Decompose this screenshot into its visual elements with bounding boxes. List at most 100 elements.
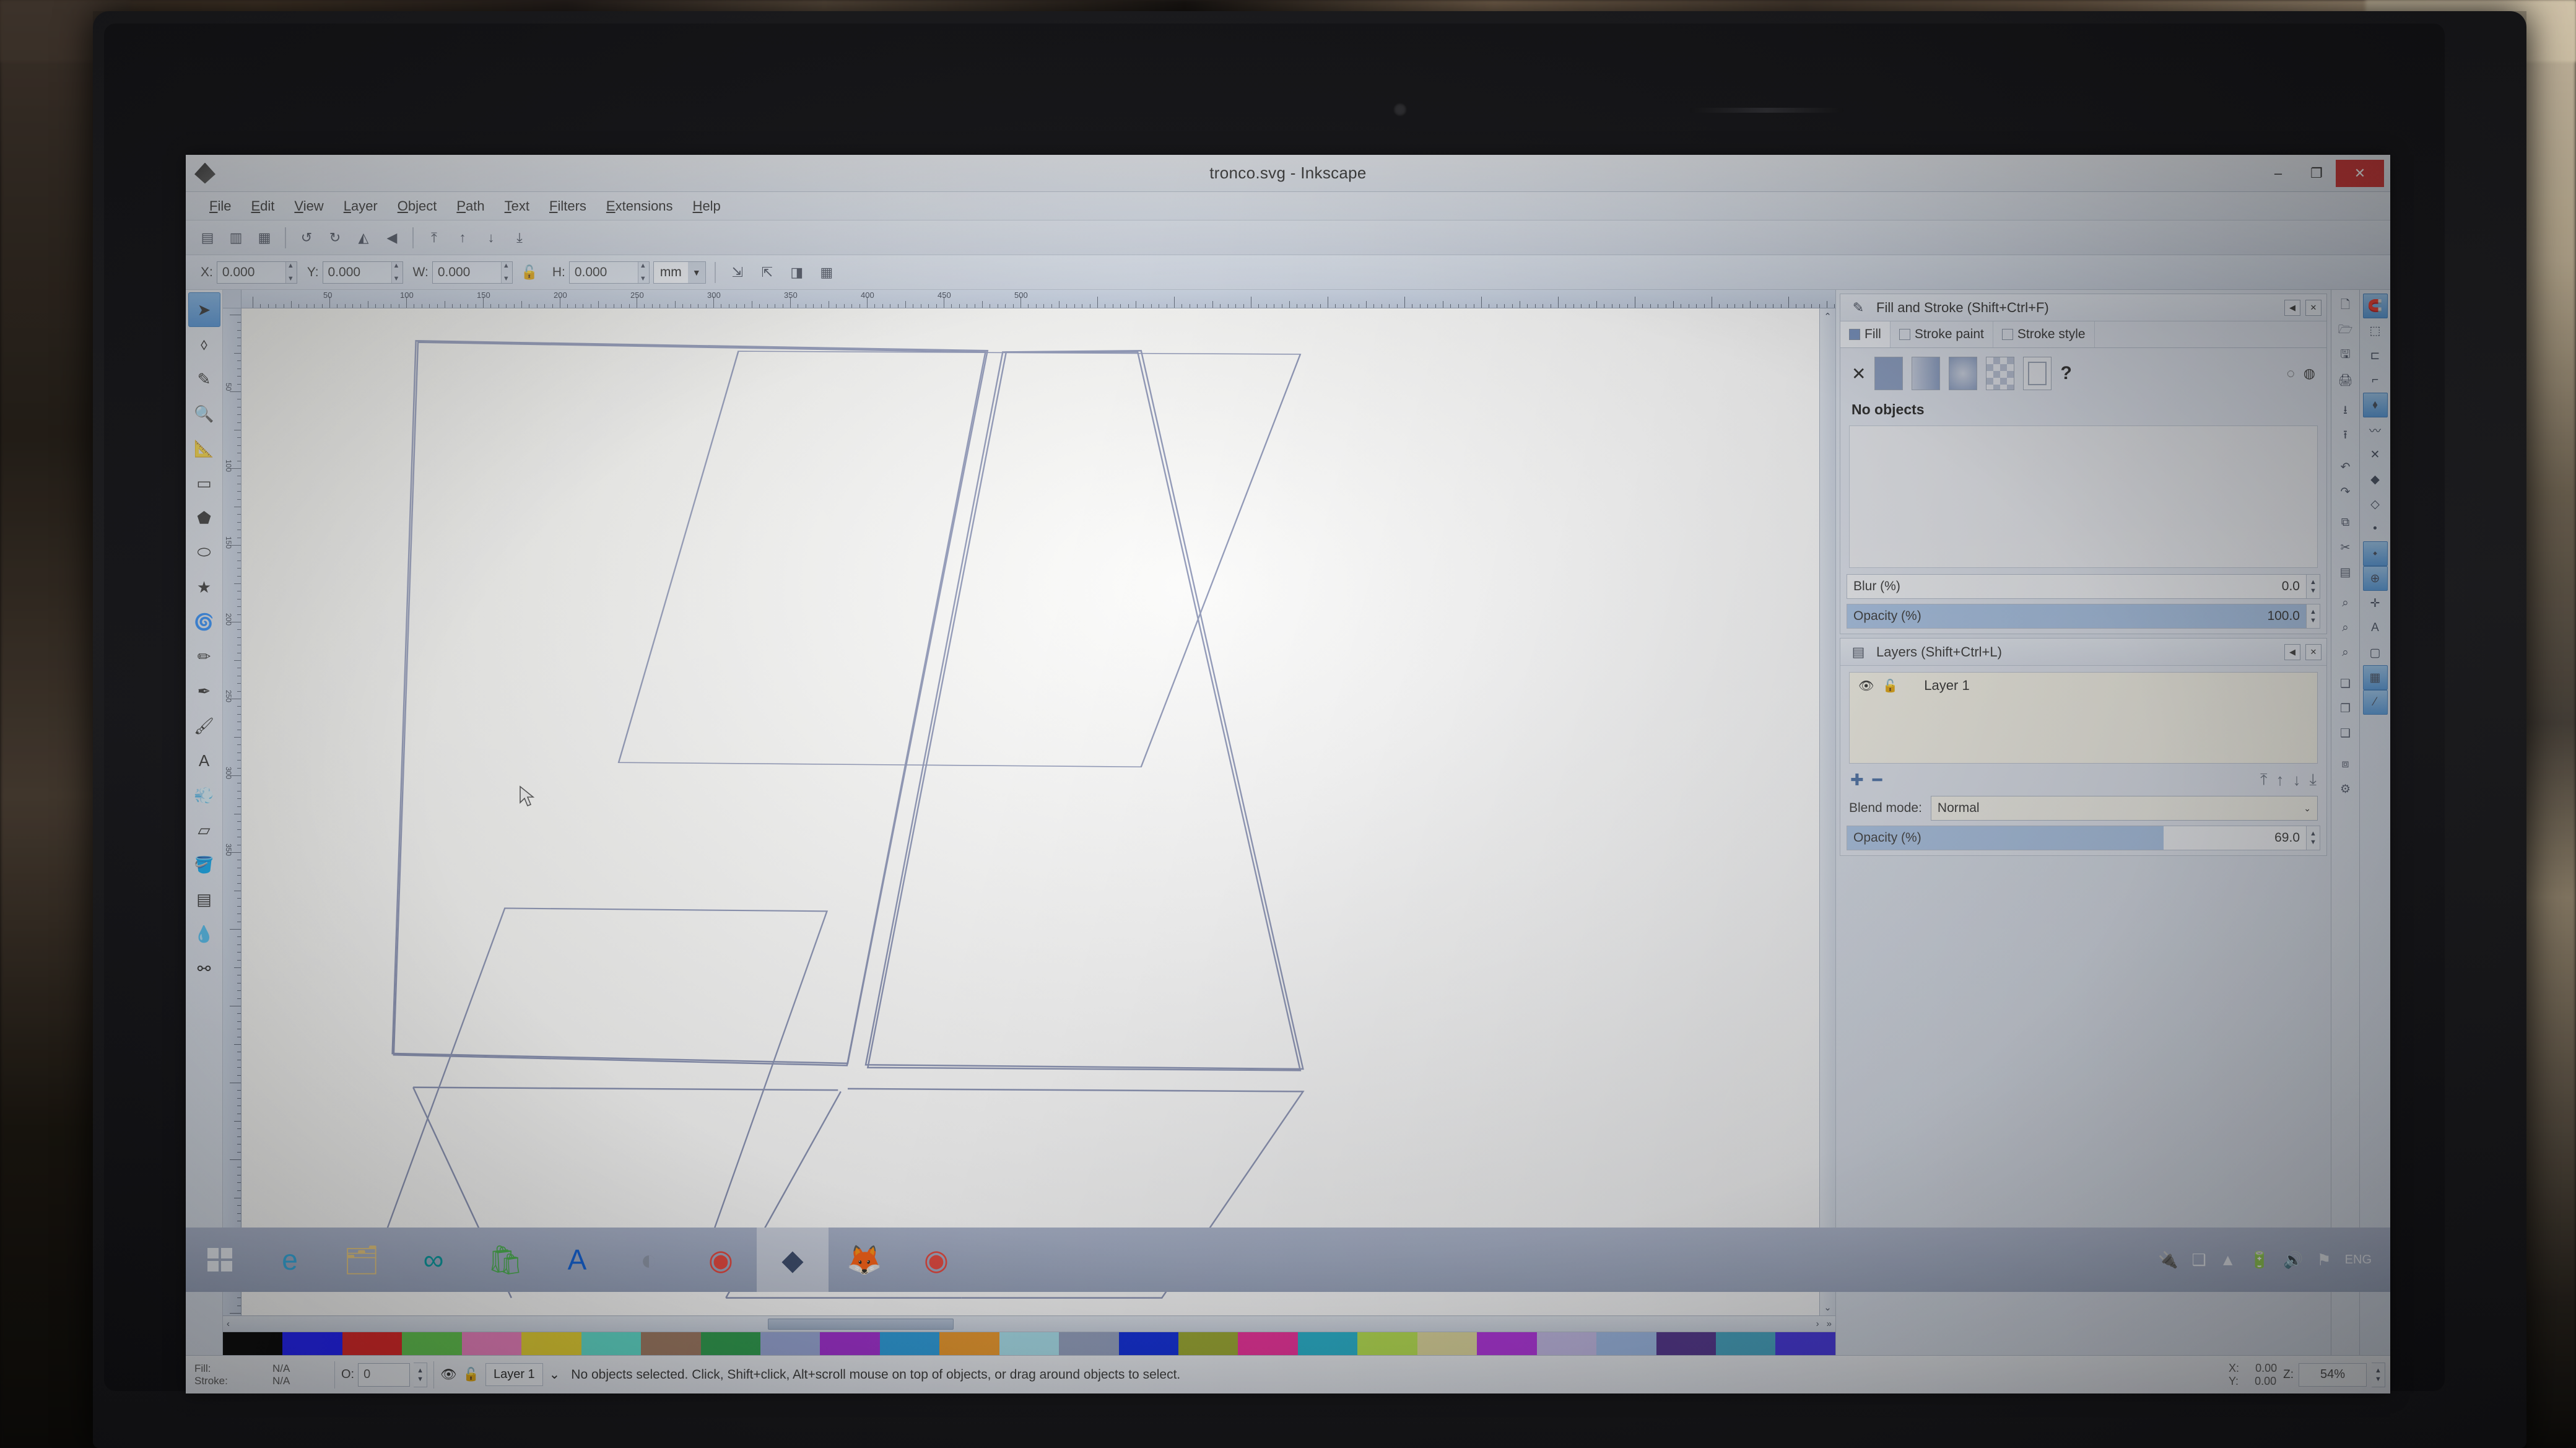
menu-help[interactable]: Help — [683, 196, 731, 217]
raise-to-top-icon[interactable]: ⤒ — [421, 225, 447, 251]
even-odd-fillrule-icon[interactable]: ◌ — [2287, 365, 2295, 382]
palette-swatch[interactable] — [760, 1332, 820, 1355]
snap-smooth-nodes-icon[interactable]: ◇ — [2363, 492, 2388, 517]
palette-swatch[interactable] — [402, 1332, 461, 1355]
snap-centers-icon[interactable]: ⊕ — [2363, 566, 2388, 591]
menu-text[interactable]: Text — [495, 196, 539, 217]
palette-swatch[interactable] — [641, 1332, 700, 1355]
palette-swatch[interactable] — [581, 1332, 641, 1355]
w-input[interactable] — [433, 262, 501, 283]
blend-mode-select[interactable]: Normal ⌄ — [1931, 796, 2318, 821]
pattern-button[interactable] — [1986, 357, 2014, 390]
scroll-right-icon[interactable]: › — [1812, 1319, 1823, 1329]
zoom-stepper[interactable]: ▲▼ — [2372, 1363, 2385, 1387]
menu-layer[interactable]: Layer — [334, 196, 388, 217]
chevron-down-icon[interactable]: ⌄ — [2304, 803, 2311, 814]
windows-start-icon[interactable] — [186, 1228, 254, 1292]
new-document-icon[interactable]: 🗋 — [2334, 294, 2357, 318]
cut-icon[interactable]: ✂ — [2334, 535, 2357, 560]
fill-stroke-indicator[interactable]: Fill: N/A Stroke: N/A — [186, 1363, 328, 1387]
status-opacity-field[interactable]: O: 0 ▲▼ — [341, 1363, 427, 1387]
snap-path-intersections-icon[interactable]: ✕ — [2363, 442, 2388, 467]
inkscape-icon[interactable]: ◆ — [757, 1228, 829, 1292]
status-layer-indicator[interactable]: 👁 🔓 Layer 1 ⌄ — [440, 1363, 560, 1386]
redo-icon[interactable]: ↷ — [2334, 479, 2357, 504]
unlock-icon[interactable]: 🔓 — [1882, 678, 1898, 694]
menu-file[interactable]: File — [199, 196, 241, 217]
tab-fill[interactable]: Fill — [1840, 321, 1891, 347]
collapse-panel-button[interactable]: ◀ — [2284, 300, 2300, 316]
y-input[interactable] — [323, 262, 391, 283]
close-layers-button[interactable]: ✕ — [2305, 644, 2321, 660]
volume-icon[interactable]: 🔊 — [2283, 1250, 2303, 1270]
plug-icon[interactable]: 🔌 — [2158, 1250, 2178, 1270]
x-field[interactable]: ▲▼ — [217, 261, 297, 284]
unlock-icon[interactable]: 🔓 — [463, 1367, 479, 1382]
export-icon[interactable]: ⭱ — [2334, 424, 2357, 448]
snap-bounding-box-icon[interactable]: ⬚ — [2363, 318, 2388, 343]
menu-edit[interactable]: Edit — [241, 196, 284, 217]
x-stepper[interactable]: ▲▼ — [285, 262, 297, 283]
box3d-tool[interactable]: ⬟ — [188, 500, 220, 535]
zoom-page-icon[interactable]: ⌕ — [2334, 640, 2357, 665]
paste-icon[interactable]: ▤ — [2334, 560, 2357, 585]
snap-rotation-centers-icon[interactable]: ✛ — [2363, 591, 2388, 616]
zoom-drawing-icon[interactable]: ⌕ — [2334, 616, 2357, 640]
bucket-fill-tool[interactable]: 🪣 — [188, 847, 220, 882]
layer-opacity-stepper[interactable]: ▲▼ — [2307, 826, 2320, 850]
deselect-icon[interactable]: ▦ — [251, 225, 277, 251]
palette-swatch[interactable] — [1119, 1332, 1178, 1355]
palette-swatch[interactable] — [1059, 1332, 1118, 1355]
bezier-tool[interactable]: ✒ — [188, 674, 220, 709]
status-layer-name[interactable]: Layer 1 — [485, 1363, 543, 1386]
connector-tool[interactable]: ⚯ — [188, 951, 220, 986]
import-icon[interactable]: ⭳ — [2334, 399, 2357, 424]
scroll-more-icon[interactable]: » — [1823, 1319, 1835, 1329]
group-icon[interactable]: ❐ — [2334, 696, 2357, 721]
copy-icon[interactable]: ⧉ — [2334, 510, 2357, 535]
snap-bbox-edges-icon[interactable]: ⊏ — [2363, 343, 2388, 368]
enable-snapping-icon[interactable]: 🧲 — [2363, 294, 2388, 318]
zoom-control[interactable]: Z: 54% ▲▼ — [2283, 1363, 2385, 1387]
scroll-thumb[interactable] — [768, 1319, 954, 1330]
chrome-canary-icon[interactable]: ◉ — [900, 1228, 972, 1292]
blur-slider[interactable]: Blur (%) 0.0 — [1847, 574, 2307, 599]
xml-editor-icon[interactable]: ⧈ — [2334, 752, 2357, 777]
file-explorer-icon[interactable]: 🗂 — [326, 1228, 398, 1292]
nonzero-fillrule-icon[interactable]: ◍ — [2304, 365, 2315, 382]
swatch-button[interactable] — [2023, 357, 2052, 390]
radial-gradient-button[interactable] — [1949, 357, 1977, 390]
palette-swatch[interactable] — [1178, 1332, 1238, 1355]
print-document-icon[interactable]: 🖨 — [2334, 368, 2357, 393]
menu-path[interactable]: Path — [446, 196, 494, 217]
undo-icon[interactable]: ↶ — [2334, 455, 2357, 479]
scroll-up-icon[interactable]: ⌃ — [1820, 311, 1835, 322]
flip-horizontal-icon[interactable]: ◭ — [350, 225, 376, 251]
selector-tool[interactable]: ➤ — [188, 292, 220, 327]
color-palette[interactable] — [223, 1332, 1835, 1355]
chevron-down-icon[interactable]: ▼ — [688, 262, 705, 283]
notification-tiles-icon[interactable]: ❑ — [2192, 1250, 2206, 1270]
menu-extensions[interactable]: Extensions — [596, 196, 683, 217]
zoom-selection-icon[interactable]: ⌕ — [2334, 591, 2357, 616]
palette-swatch[interactable] — [939, 1332, 999, 1355]
internet-explorer-icon[interactable]: e — [254, 1228, 326, 1292]
snap-others-icon[interactable]: ⬩ — [2363, 541, 2388, 566]
acronis-icon[interactable]: A — [541, 1228, 613, 1292]
tab-stroke-style[interactable]: Stroke style — [1993, 321, 2095, 347]
affect-patterns-icon[interactable]: ▦ — [814, 260, 840, 286]
palette-swatch[interactable] — [1656, 1332, 1716, 1355]
palette-swatch[interactable] — [1298, 1332, 1357, 1355]
ungroup-icon[interactable]: ❑ — [2334, 721, 2357, 746]
horizontal-scrollbar[interactable]: ‹ › » — [223, 1315, 1835, 1332]
flip-vertical-icon[interactable]: ◀ — [379, 225, 405, 251]
rotate-cw-icon[interactable]: ↻ — [322, 225, 348, 251]
palette-swatch[interactable] — [820, 1332, 879, 1355]
snap-guides-icon[interactable]: ⁄ — [2363, 690, 2388, 715]
layer-to-bottom-button[interactable]: ⤓ — [2310, 770, 2317, 790]
palette-swatch[interactable] — [1417, 1332, 1477, 1355]
lock-icon[interactable]: 🔓 — [516, 260, 542, 286]
lower-to-bottom-icon[interactable]: ⤓ — [507, 225, 533, 251]
list-item[interactable]: 👁 🔓 Layer 1 — [1850, 673, 2317, 699]
palette-swatch[interactable] — [1477, 1332, 1536, 1355]
